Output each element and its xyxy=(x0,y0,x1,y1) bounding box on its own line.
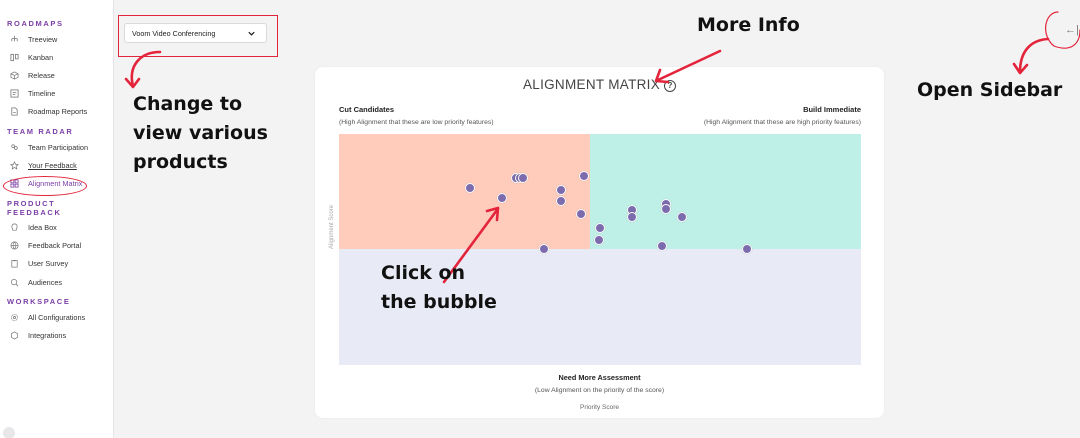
sidebar-item-feedback-portal[interactable]: Feedback Portal xyxy=(0,237,113,255)
selector-highlight-annotation xyxy=(118,15,278,57)
quadrant-build-immediate xyxy=(590,134,861,249)
sidebar-section-title: ROADMAPS xyxy=(7,19,64,28)
y-axis-label: Alignment Score xyxy=(329,204,335,249)
sidebar: ROADMAPS Treeview Kanban Release Timeline Roa… xyxy=(0,0,114,438)
sidebar-section-title: TEAM RADAR xyxy=(7,126,74,136)
clipboard-icon xyxy=(10,259,19,268)
sidebar-item-kanban[interactable]: Kanban xyxy=(0,48,113,66)
sidebar-item-label: Your Feedback xyxy=(28,160,77,170)
annotation-line: Change to xyxy=(133,93,243,115)
sidebar-item-audiences[interactable]: Audiences xyxy=(0,273,113,291)
release-icon xyxy=(10,71,19,80)
sidebar-item-roadmap-reports[interactable]: Roadmap Reports xyxy=(0,103,113,121)
sidebar-item-label: Alignment Matrix xyxy=(28,178,83,188)
feature-bubble[interactable] xyxy=(677,212,687,222)
user-avatar[interactable] xyxy=(3,427,15,438)
sidebar-item-all-configurations[interactable]: All Configurations xyxy=(0,308,113,326)
cut-candidates-subtitle: (High Alignment that these are low prior… xyxy=(339,119,494,126)
sidebar-item-label: Integrations xyxy=(28,331,67,341)
integrations-icon xyxy=(10,331,19,340)
treeview-icon xyxy=(10,35,19,44)
sidebar-item-label: Treeview xyxy=(28,34,58,44)
annotation-line: the bubble xyxy=(381,291,497,313)
feature-bubble[interactable] xyxy=(556,185,566,195)
sidebar-item-integrations[interactable]: Integrations xyxy=(0,326,113,344)
selector-arrow xyxy=(130,50,162,88)
feature-bubble[interactable] xyxy=(595,223,605,233)
alignment-matrix-card: ALIGNMENT MATRIX? Cut Candidates (High A… xyxy=(315,67,884,418)
quadrant-cut-candidates xyxy=(339,134,590,249)
feature-bubble[interactable] xyxy=(627,212,637,222)
sidebar-item-treeview[interactable]: Treeview xyxy=(0,30,113,48)
sidebar-item-label: Release xyxy=(28,70,55,80)
open-sidebar-arrow xyxy=(1018,37,1050,74)
sidebar-item-label: Roadmap Reports xyxy=(28,107,88,117)
feature-bubble[interactable] xyxy=(539,244,549,254)
star-icon xyxy=(10,160,19,170)
feature-bubble[interactable] xyxy=(661,204,671,214)
sidebar-item-user-survey[interactable]: User Survey xyxy=(0,255,113,273)
globe-icon xyxy=(10,241,19,250)
gear-icon xyxy=(10,313,19,322)
app: ROADMAPS Treeview Kanban Release Timeline Roa… xyxy=(0,0,1080,438)
feature-bubble[interactable] xyxy=(742,244,752,254)
need-more-assessment-subtitle: (Low Alignment on the priority of the sc… xyxy=(534,387,665,394)
sidebar-item-idea-box[interactable]: Idea Box xyxy=(0,219,113,237)
sidebar-item-label: Team Participation xyxy=(28,142,89,152)
timeline-icon xyxy=(10,89,19,98)
sidebar-item-label: Feedback Portal xyxy=(28,241,82,251)
matrix-plot xyxy=(339,134,861,365)
card-title: ALIGNMENT MATRIX? xyxy=(315,77,884,92)
sidebar-item-alignment-matrix[interactable]: Alignment Matrix xyxy=(0,174,113,192)
card-title-text: ALIGNMENT MATRIX xyxy=(522,77,661,92)
annotation-more-info: More Info xyxy=(697,14,800,36)
feature-bubble[interactable] xyxy=(556,196,566,206)
feature-bubble[interactable] xyxy=(465,183,475,193)
feature-bubble[interactable] xyxy=(579,171,589,181)
sidebar-item-your-feedback[interactable]: Your Feedback xyxy=(0,156,113,174)
need-more-assessment-title: Need More Assessment xyxy=(558,373,641,382)
sidebar-item-label: Idea Box xyxy=(28,223,57,233)
audience-icon xyxy=(10,278,19,287)
kanban-icon xyxy=(10,53,19,62)
sidebar-item-release[interactable]: Release xyxy=(0,66,113,84)
sidebar-section-title: PRODUCT FEEDBACK xyxy=(7,198,62,217)
annotation-line: products xyxy=(133,151,228,173)
feature-bubble[interactable] xyxy=(576,209,586,219)
help-icon[interactable]: ? xyxy=(664,80,677,92)
build-immediate-title: Build Immediate xyxy=(803,105,861,114)
sidebar-section-title: WORKSPACE xyxy=(7,297,71,307)
sidebar-item-label: User Survey xyxy=(28,259,69,269)
feature-bubble[interactable] xyxy=(497,193,507,203)
collapse-sidebar-icon[interactable]: ←| xyxy=(1065,24,1079,36)
annotation-open-sidebar: Open Sidebar xyxy=(917,79,1063,101)
lightbulb-icon xyxy=(10,223,19,232)
x-axis-label: Priority Score xyxy=(579,404,619,411)
sidebar-item-timeline[interactable]: Timeline xyxy=(0,85,113,103)
annotation-change-products: Change to view various products xyxy=(133,90,268,177)
team-icon xyxy=(10,143,19,152)
annotation-click-bubble: Click on the bubble xyxy=(381,259,497,317)
build-immediate-subtitle: (High Alignment that these are high prio… xyxy=(703,119,861,126)
sidebar-item-team-participation[interactable]: Team Participation xyxy=(0,138,113,156)
sidebar-item-label: Timeline xyxy=(28,89,56,99)
feature-bubble[interactable] xyxy=(594,235,604,245)
annotation-line: view various xyxy=(133,122,268,144)
report-icon xyxy=(10,107,19,116)
sidebar-item-label: All Configurations xyxy=(28,312,86,322)
cut-candidates-title: Cut Candidates xyxy=(339,105,395,114)
feature-bubble[interactable] xyxy=(657,241,667,251)
grid-icon xyxy=(10,179,19,188)
feature-bubble[interactable] xyxy=(518,173,528,183)
sidebar-item-label: Kanban xyxy=(28,52,54,62)
annotation-line: Click on xyxy=(381,262,466,284)
sidebar-item-label: Audiences xyxy=(28,277,63,287)
